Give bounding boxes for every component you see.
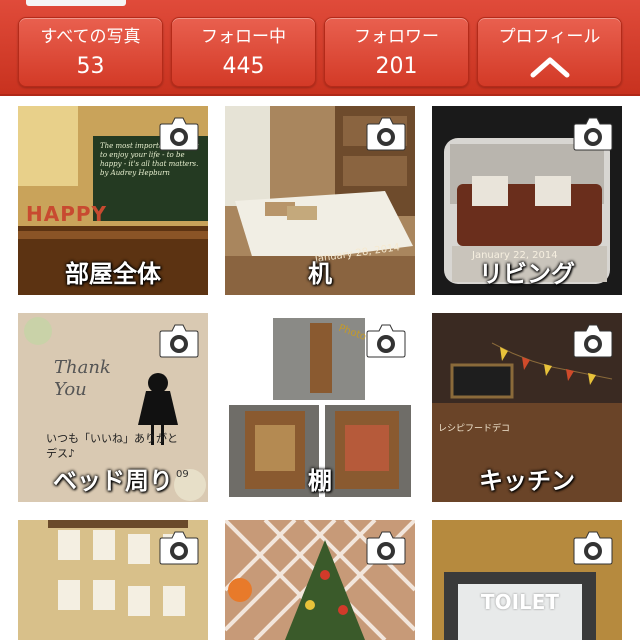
photo-caption: キッチン (479, 467, 575, 495)
following-button[interactable]: フォロー中 445 (171, 17, 316, 87)
photo-tile[interactable]: Thank You いつも「いいね」ありがとデス♪ 09 ベッド周り (18, 313, 208, 502)
all-photos-count: 53 (76, 54, 105, 79)
all-photos-label: すべての写真 (40, 27, 141, 47)
photo-tile[interactable]: January 22, 2014 リビング (432, 106, 622, 295)
followers-label: フォロワー (354, 27, 439, 47)
profile-button[interactable]: プロフィール (477, 17, 622, 87)
followers-count: 201 (375, 54, 418, 79)
camera-icon (366, 117, 406, 151)
photo-caption: 棚 (308, 467, 332, 495)
photo-caption: リビング (479, 260, 575, 288)
photo-caption: 部屋全体 (65, 260, 161, 288)
camera-icon (573, 117, 613, 151)
chevron-up-icon (530, 57, 569, 78)
photo-grid: The most important thing is to enjoy you… (0, 96, 640, 640)
camera-icon (366, 531, 406, 565)
camera-icon (159, 531, 199, 565)
photo-tile[interactable]: レシピフードデコ キッチン (432, 313, 622, 502)
photo-tile[interactable]: The most important thing is to enjoy you… (18, 106, 208, 295)
camera-icon (573, 531, 613, 565)
all-photos-button[interactable]: すべての写真 53 (18, 17, 163, 87)
profile-header: すべての写真 53 フォロー中 445 フォロワー 201 プロフィール (0, 0, 640, 96)
camera-icon (573, 324, 613, 358)
followers-button[interactable]: フォロワー 201 (324, 17, 469, 87)
wooden-letters: HAPPY (26, 202, 108, 226)
profile-label: プロフィール (498, 27, 601, 47)
following-count: 445 (222, 54, 265, 79)
photo-tile[interactable]: TOILET (432, 520, 622, 640)
camera-icon (159, 324, 199, 358)
camera-icon (366, 324, 406, 358)
handwritten-note: いつも「いいね」ありがとデス♪ (46, 432, 178, 460)
photo-tile[interactable] (225, 520, 415, 640)
photo-tile[interactable]: January 28, 2014 机 (225, 106, 415, 295)
following-label: フォロー中 (201, 27, 286, 47)
camera-icon (159, 117, 199, 151)
app-logo (26, 0, 126, 6)
thank-you-text: Thank You (54, 357, 111, 400)
photo-caption: ベッド周り (53, 467, 173, 495)
photo-tile[interactable] (18, 520, 208, 640)
photo-tile[interactable]: Photo frame 棚 (225, 313, 415, 502)
photo-caption: 机 (308, 260, 332, 288)
toilet-sign-text: TOILET (480, 590, 560, 614)
kitchen-sign: レシピフードデコ (438, 424, 511, 434)
